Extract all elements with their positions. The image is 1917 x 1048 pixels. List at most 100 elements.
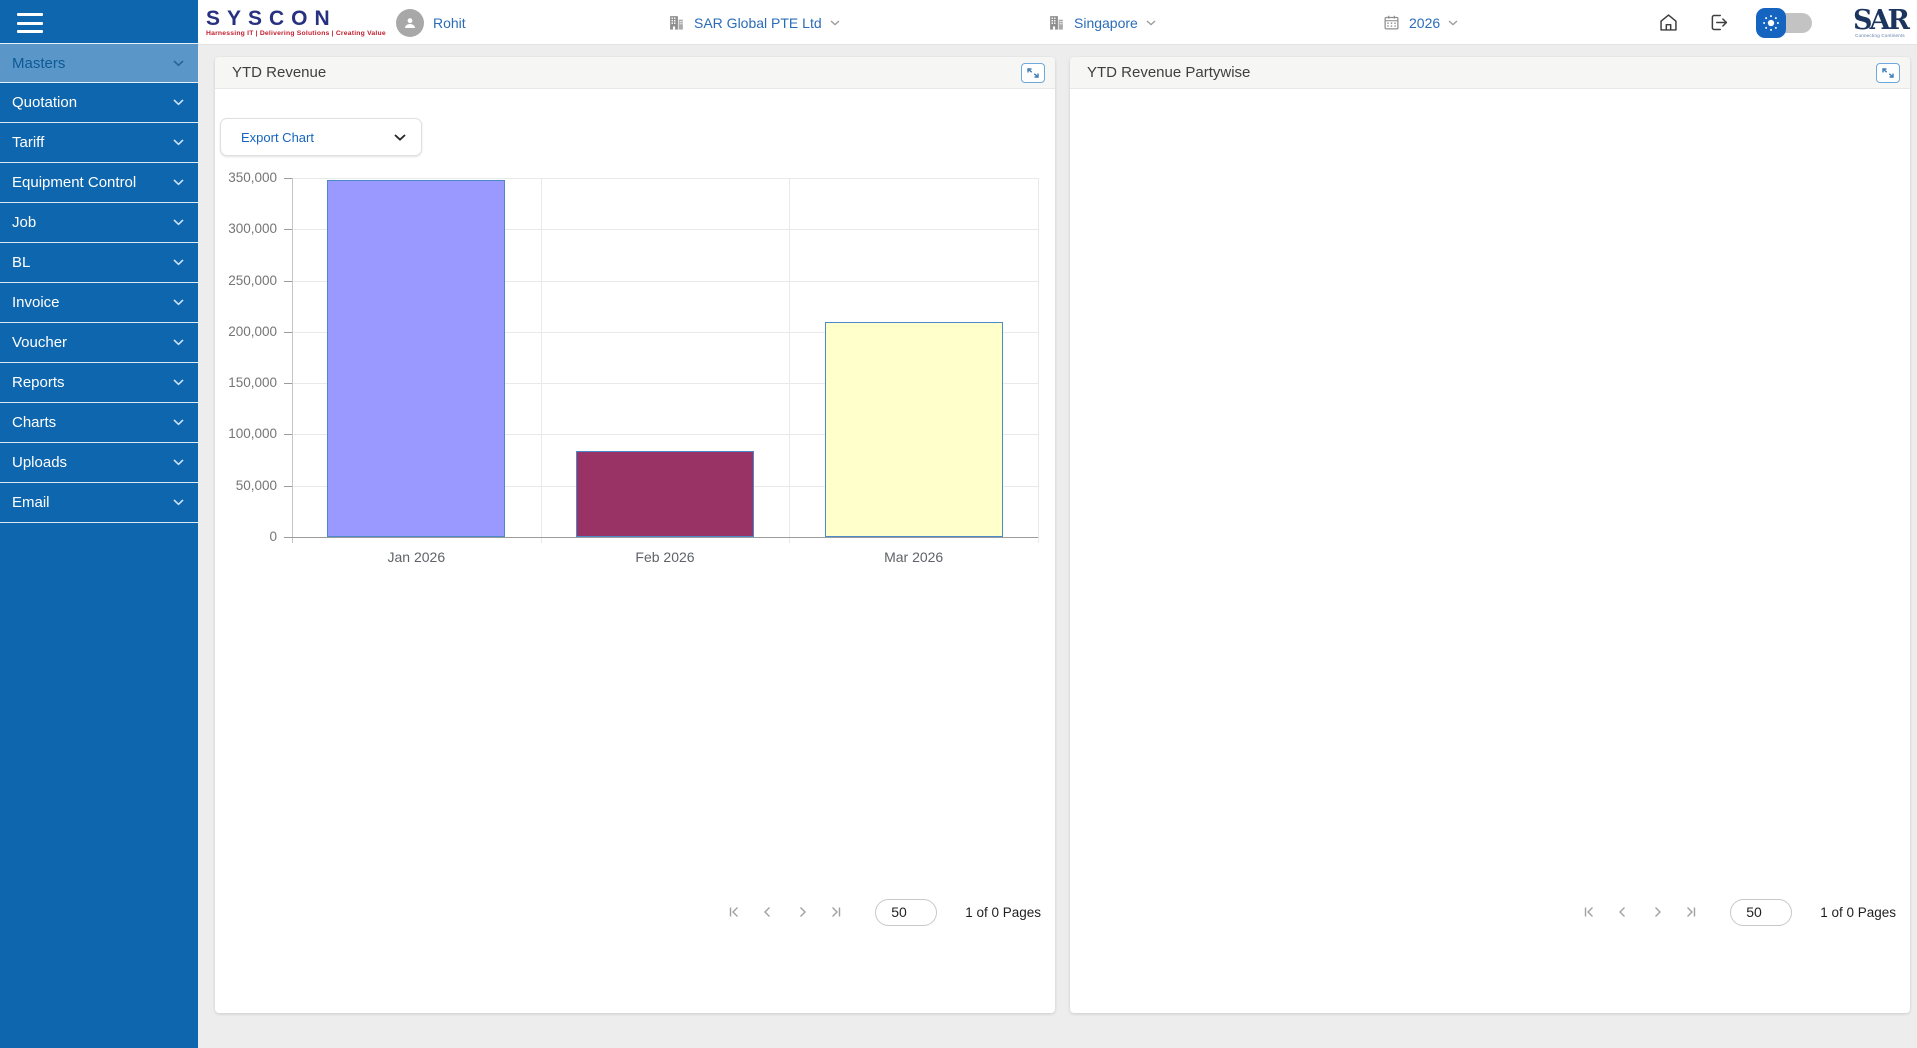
sidebar-item-equipment-control[interactable]: Equipment Control — [0, 163, 198, 203]
sidebar-item-voucher[interactable]: Voucher — [0, 323, 198, 363]
fullscreen-button[interactable] — [1021, 63, 1045, 83]
sidebar-item-label: Equipment Control — [12, 174, 136, 191]
sidebar-item-invoice[interactable]: Invoice — [0, 283, 198, 323]
sidebar-item-tariff[interactable]: Tariff — [0, 123, 198, 163]
page-size-input[interactable] — [1730, 899, 1792, 926]
y-tick-mark — [284, 332, 292, 333]
bar-mar-2026[interactable] — [825, 322, 1003, 537]
company-name: SAR Global PTE Ltd — [694, 15, 822, 31]
chevron-down-icon — [173, 459, 184, 466]
chevron-down-icon — [394, 134, 406, 141]
bar-feb-2026[interactable] — [576, 451, 754, 537]
year-selector[interactable]: 2026 — [1383, 0, 1458, 45]
y-axis-tick-label: 50,000 — [207, 478, 277, 493]
y-tick-mark — [284, 486, 292, 487]
chevron-down-icon — [173, 339, 184, 346]
sidebar-item-label: Masters — [12, 55, 65, 72]
company-selector[interactable]: SAR Global PTE Ltd — [668, 0, 840, 45]
expand-icon — [1027, 68, 1039, 78]
panel-title: YTD Revenue Partywise — [1087, 64, 1250, 81]
sidebar-item-charts[interactable]: Charts — [0, 403, 198, 443]
user-name: Rohit — [433, 15, 466, 31]
next-page-button[interactable] — [791, 901, 813, 923]
home-button[interactable] — [1658, 12, 1679, 33]
chevron-down-icon — [830, 20, 840, 26]
x-axis-label: Mar 2026 — [789, 549, 1038, 565]
sidebar-item-job[interactable]: Job — [0, 203, 198, 243]
sidebar-item-masters[interactable]: Masters — [0, 43, 198, 83]
theme-toggle[interactable] — [1756, 8, 1814, 38]
user-avatar — [396, 9, 424, 37]
y-tick-mark — [284, 281, 292, 282]
last-page-button[interactable] — [825, 901, 847, 923]
prev-page-button[interactable] — [757, 901, 779, 923]
sidebar-nav: Masters Quotation Tariff Equipment Control J… — [0, 43, 198, 523]
chevron-down-icon — [173, 259, 184, 266]
first-page-button[interactable] — [1578, 901, 1600, 923]
app-header: SYSCON Harnessing IT | Delivering Soluti… — [198, 0, 1917, 45]
panel-header: YTD Revenue Partywise — [1070, 57, 1910, 89]
y-tick-mark — [284, 434, 292, 435]
sidebar-item-label: Email — [12, 494, 50, 511]
ytd-revenue-partywise-panel: YTD Revenue Partywise 1 of 0 Pages — [1070, 57, 1910, 1013]
content-area: SYSCON Harnessing IT | Delivering Soluti… — [198, 0, 1917, 1048]
chevron-down-icon — [173, 179, 184, 186]
syscon-logo: SYSCON Harnessing IT | Delivering Soluti… — [206, 0, 386, 45]
last-page-button[interactable] — [1680, 901, 1702, 923]
pagination: 1 of 0 Pages — [1578, 897, 1896, 927]
sidebar-item-bl[interactable]: BL — [0, 243, 198, 283]
building-icon — [1048, 14, 1065, 31]
logout-button[interactable] — [1708, 12, 1729, 33]
sidebar-item-label: Quotation — [12, 94, 77, 111]
sidebar-item-email[interactable]: Email — [0, 483, 198, 523]
syscon-logo-text: SYSCON — [206, 9, 337, 29]
y-gridline — [292, 178, 1038, 179]
sidebar-item-label: Uploads — [12, 454, 67, 471]
y-tick-mark — [284, 383, 292, 384]
sidebar: Masters Quotation Tariff Equipment Control J… — [0, 0, 198, 1048]
sidebar-item-label: BL — [12, 254, 30, 271]
sidebar-item-reports[interactable]: Reports — [0, 363, 198, 403]
y-axis-tick-label: 150,000 — [207, 375, 277, 390]
chevron-down-icon — [173, 419, 184, 426]
export-chart-button[interactable]: Export Chart — [220, 118, 422, 156]
sidebar-item-label: Reports — [12, 374, 65, 391]
y-axis-tick-label: 100,000 — [207, 426, 277, 441]
fullscreen-button[interactable] — [1876, 63, 1900, 83]
chevron-down-icon — [173, 299, 184, 306]
bar-jan-2026[interactable] — [327, 180, 505, 537]
y-axis-tick-label: 250,000 — [207, 273, 277, 288]
home-icon — [1658, 12, 1679, 33]
pages-label: 1 of 0 Pages — [965, 905, 1041, 920]
x-gridline — [1038, 178, 1039, 543]
sun-icon — [1756, 8, 1786, 38]
y-axis-tick-label: 200,000 — [207, 324, 277, 339]
ytd-revenue-chart: 050,000100,000150,000200,000250,000300,0… — [215, 57, 1055, 1013]
chevron-down-icon — [173, 60, 184, 67]
y-tick-mark — [284, 229, 292, 230]
chevron-down-icon — [1146, 20, 1156, 26]
panel-title: YTD Revenue — [232, 64, 326, 81]
first-page-button[interactable] — [723, 901, 745, 923]
sidebar-item-label: Invoice — [12, 294, 60, 311]
sidebar-item-quotation[interactable]: Quotation — [0, 83, 198, 123]
user-menu[interactable]: Rohit — [396, 0, 466, 45]
prev-page-button[interactable] — [1612, 901, 1634, 923]
syscon-logo-tagline: Harnessing IT | Delivering Solutions | C… — [206, 30, 386, 37]
sidebar-item-uploads[interactable]: Uploads — [0, 443, 198, 483]
page-size-input[interactable] — [875, 899, 937, 926]
chevron-down-icon — [173, 219, 184, 226]
hamburger-menu-icon[interactable] — [17, 13, 43, 33]
x-gridline — [541, 178, 542, 543]
y-axis-line — [292, 178, 293, 543]
sidebar-item-label: Tariff — [12, 134, 44, 151]
branch-selector[interactable]: Singapore — [1048, 0, 1156, 45]
x-gridline — [789, 178, 790, 543]
chevron-down-icon — [173, 379, 184, 386]
logout-icon — [1708, 12, 1729, 33]
branch-name: Singapore — [1074, 15, 1138, 31]
x-axis-label: Jan 2026 — [292, 549, 541, 565]
next-page-button[interactable] — [1646, 901, 1668, 923]
sar-logo-tagline: Connecting Continents — [1855, 33, 1905, 38]
sar-logo: SAR Connecting Continents — [1851, 0, 1909, 45]
